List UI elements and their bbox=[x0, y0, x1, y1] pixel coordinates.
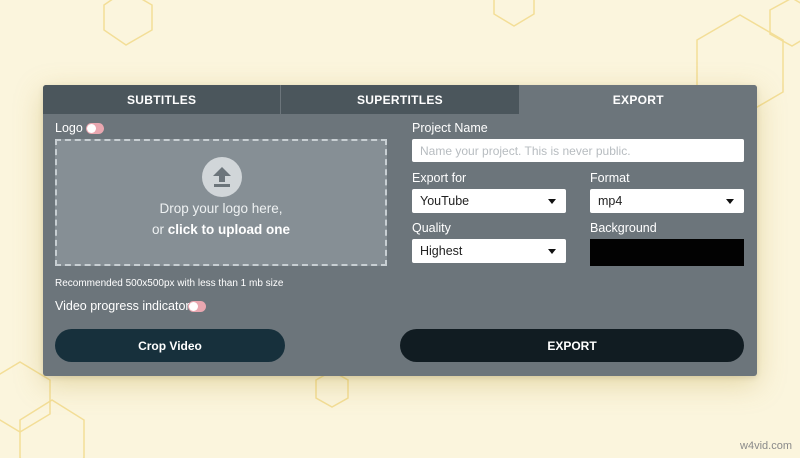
crop-video-button[interactable]: Crop Video bbox=[55, 329, 285, 362]
site-watermark: w4vid.com bbox=[740, 440, 792, 452]
chevron-down-icon bbox=[548, 199, 556, 204]
format-select[interactable]: mp4 bbox=[590, 189, 744, 213]
format-label: Format bbox=[590, 171, 630, 185]
format-value: mp4 bbox=[598, 194, 623, 208]
export-for-label: Export for bbox=[412, 171, 467, 185]
export-panel: SUBTITLES SUPERTITLES EXPORT Logo Drop y… bbox=[43, 85, 757, 376]
background-color-picker[interactable] bbox=[590, 239, 744, 266]
drop-instructions: Drop your logo here, bbox=[159, 201, 283, 216]
progress-indicator-label: Video progress indicator bbox=[55, 299, 190, 313]
export-for-select[interactable]: YouTube bbox=[412, 189, 566, 213]
project-name-input[interactable] bbox=[412, 139, 744, 162]
toggle-knob bbox=[87, 124, 96, 133]
background-label: Background bbox=[590, 221, 657, 235]
upload-arrow-icon bbox=[202, 157, 242, 197]
drop-upload-line: or click to upload one bbox=[57, 222, 385, 237]
export-for-value: YouTube bbox=[420, 194, 470, 208]
logo-dropzone[interactable]: Drop your logo here, or click to upload … bbox=[55, 139, 387, 266]
upload-link[interactable]: click to upload one bbox=[168, 222, 290, 237]
tab-subtitles[interactable]: SUBTITLES bbox=[43, 85, 281, 114]
export-button[interactable]: EXPORT bbox=[400, 329, 744, 362]
chevron-down-icon bbox=[548, 249, 556, 254]
project-name-label: Project Name bbox=[412, 121, 488, 135]
progress-indicator-toggle[interactable] bbox=[188, 301, 206, 312]
logo-label: Logo bbox=[55, 121, 83, 135]
toggle-knob bbox=[189, 302, 198, 311]
quality-value: Highest bbox=[420, 244, 463, 258]
logo-size-recommendation: Recommended 500x500px with less than 1 m… bbox=[55, 278, 284, 289]
chevron-down-icon bbox=[726, 199, 734, 204]
quality-label: Quality bbox=[412, 221, 451, 235]
tab-bar: SUBTITLES SUPERTITLES EXPORT bbox=[43, 85, 757, 114]
quality-select[interactable]: Highest bbox=[412, 239, 566, 263]
tab-supertitles[interactable]: SUPERTITLES bbox=[280, 85, 519, 114]
logo-toggle[interactable] bbox=[86, 123, 104, 134]
tab-export[interactable]: EXPORT bbox=[518, 85, 757, 114]
drop-or-text: or bbox=[151, 222, 164, 237]
